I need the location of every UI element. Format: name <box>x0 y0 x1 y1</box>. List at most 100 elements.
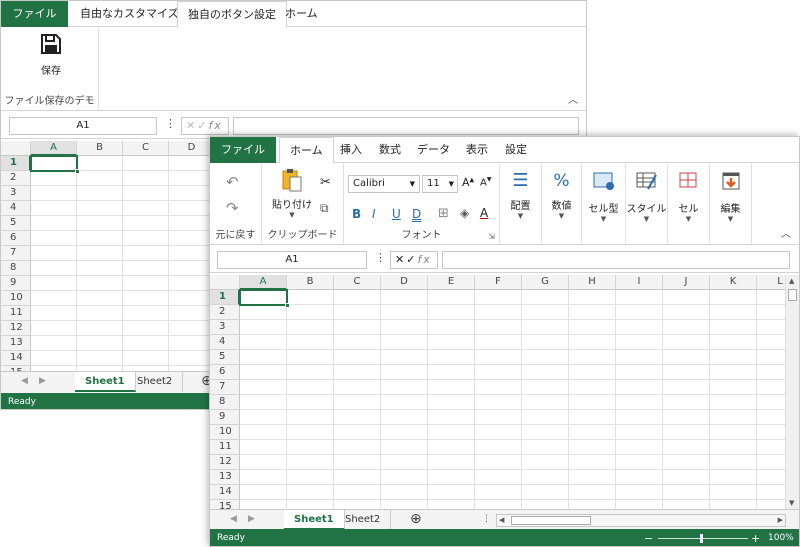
redo-icon[interactable]: ↷ <box>226 199 239 217</box>
row-header[interactable]: 10 <box>210 425 240 440</box>
front-horizontal-scrollbar[interactable]: ◀ ▶ <box>496 514 786 527</box>
paste-button[interactable]: 貼り付け ▼ <box>270 167 314 219</box>
row-header[interactable]: 2 <box>1 171 31 186</box>
scroll-up-icon[interactable]: ▲ <box>789 277 794 285</box>
cells-button[interactable]: セル ▼ <box>668 171 709 223</box>
row-header[interactable]: 11 <box>210 440 240 455</box>
front-tab-view[interactable]: 表示 <box>456 137 498 163</box>
front-add-sheet-icon[interactable]: ⊕ <box>410 512 422 526</box>
row-header[interactable]: 9 <box>210 410 240 425</box>
row-header[interactable]: 1 <box>210 290 240 305</box>
front-sheet-next-icon[interactable]: ▶ <box>248 514 255 524</box>
row-header[interactable]: 11 <box>1 306 31 321</box>
column-header[interactable]: C <box>123 141 169 156</box>
back-sheet-prev-icon[interactable]: ◀ <box>21 376 28 386</box>
font-size-select[interactable]: 11 ▼ <box>422 175 458 193</box>
font-dialog-launcher-icon[interactable]: ⇲ <box>488 232 495 241</box>
front-tab-formulas[interactable]: 数式 <box>369 137 411 163</box>
scroll-right-icon[interactable]: ▶ <box>778 516 783 524</box>
select-all-corner[interactable] <box>210 275 240 290</box>
row-header[interactable]: 3 <box>1 186 31 201</box>
column-header[interactable]: L <box>757 275 786 290</box>
border-icon[interactable]: ⊞ <box>438 206 449 221</box>
back-sheet-tab-2[interactable]: Sheet2 <box>127 372 184 392</box>
row-header[interactable]: 6 <box>210 365 240 380</box>
editing-button[interactable]: 編集 ▼ <box>710 171 751 223</box>
bold-icon[interactable]: B <box>352 207 361 221</box>
row-header[interactable]: 8 <box>210 395 240 410</box>
front-sheet-prev-icon[interactable]: ◀ <box>230 514 237 524</box>
vertical-scroll-thumb[interactable] <box>788 289 797 301</box>
alignment-button[interactable]: ☰ 配置 ▼ <box>500 171 541 221</box>
column-header[interactable]: A <box>31 141 77 156</box>
column-header[interactable]: K <box>710 275 757 290</box>
front-ribbon-collapse-icon[interactable]: ︿ <box>781 225 791 240</box>
front-confirm-icon[interactable]: ✓ <box>406 253 417 266</box>
front-tab-home[interactable]: ホーム <box>279 137 334 164</box>
zoom-slider-thumb[interactable] <box>700 534 703 543</box>
row-header[interactable]: 13 <box>210 470 240 485</box>
row-header[interactable]: 12 <box>1 321 31 336</box>
front-name-box[interactable]: A1 <box>217 251 367 269</box>
back-tab-file[interactable]: ファイル <box>1 1 68 27</box>
back-ribbon-collapse-icon[interactable]: ︿ <box>568 91 578 106</box>
fill-color-icon[interactable]: ◈ <box>460 206 469 220</box>
row-header[interactable]: 14 <box>210 485 240 500</box>
scroll-left-icon[interactable]: ◀ <box>499 516 504 524</box>
fill-handle[interactable] <box>285 303 290 308</box>
select-all-corner[interactable] <box>1 141 31 156</box>
row-header[interactable]: 5 <box>210 350 240 365</box>
row-header[interactable]: 7 <box>210 380 240 395</box>
front-grid[interactable]: A B C D E F G H I J K L 1 2 3 4 5 6 7 8 9 10 11 12 13 14 15 <box>210 275 786 509</box>
front-sheet-tab-2[interactable]: Sheet2 <box>335 510 392 530</box>
back-cancel-icon[interactable]: ✕ <box>186 119 197 132</box>
row-header[interactable]: 5 <box>1 216 31 231</box>
back-grid[interactable]: A B C D 1 2 3 4 5 6 7 8 9 10 11 12 13 14 15 <box>1 141 211 373</box>
row-header[interactable]: 2 <box>210 305 240 320</box>
row-header[interactable]: 4 <box>210 335 240 350</box>
italic-icon[interactable]: I <box>372 207 376 221</box>
row-header[interactable]: 12 <box>210 455 240 470</box>
front-tab-data[interactable]: データ <box>407 137 460 163</box>
copy-icon[interactable]: ⧉ <box>320 201 329 216</box>
save-button[interactable]: 保存 <box>34 33 68 77</box>
row-header[interactable]: 6 <box>1 231 31 246</box>
column-header[interactable]: B <box>77 141 123 156</box>
zoom-slider[interactable] <box>658 538 748 539</box>
column-header[interactable]: E <box>428 275 475 290</box>
column-header[interactable]: G <box>522 275 569 290</box>
increase-font-icon[interactable]: A▲ <box>462 176 474 189</box>
decrease-font-icon[interactable]: A▼ <box>480 176 491 188</box>
column-header[interactable]: J <box>663 275 710 290</box>
row-header[interactable]: 15 <box>210 500 240 509</box>
back-formula-input[interactable] <box>233 117 579 135</box>
style-button[interactable]: スタイル ▼ <box>626 171 667 223</box>
column-header[interactable]: I <box>616 275 663 290</box>
horizontal-scroll-thumb[interactable] <box>511 516 591 525</box>
back-tab-home[interactable]: ホーム <box>275 1 328 27</box>
fill-handle[interactable] <box>75 169 80 174</box>
back-tab-custom[interactable]: 自由なカスタマイズ <box>70 1 189 27</box>
column-header[interactable]: D <box>381 275 428 290</box>
number-button[interactable]: % 数値 ▼ <box>542 171 581 220</box>
front-tab-insert[interactable]: 挿入 <box>330 137 372 163</box>
front-fx-icon[interactable]: fx <box>417 253 431 266</box>
underline-icon[interactable]: U <box>392 207 401 221</box>
row-header[interactable]: 10 <box>1 291 31 306</box>
scroll-down-icon[interactable]: ▼ <box>789 499 794 507</box>
column-header[interactable]: C <box>334 275 381 290</box>
row-header[interactable]: 1 <box>1 156 31 171</box>
front-tab-settings[interactable]: 設定 <box>495 137 537 163</box>
font-color-icon[interactable]: A <box>480 206 488 220</box>
column-header[interactable]: B <box>287 275 334 290</box>
undo-icon[interactable]: ↶ <box>226 173 239 191</box>
row-header[interactable]: 4 <box>1 201 31 216</box>
zoom-in-icon[interactable]: + <box>751 529 760 546</box>
row-header[interactable]: 13 <box>1 336 31 351</box>
column-header[interactable]: A <box>240 275 287 290</box>
front-vertical-scrollbar[interactable]: ▲ ▼ <box>785 275 799 509</box>
back-sheet-next-icon[interactable]: ▶ <box>39 376 46 386</box>
zoom-out-icon[interactable]: − <box>644 529 653 546</box>
cell-type-button[interactable]: セル型 ▼ <box>582 171 625 223</box>
paste-dropdown-icon[interactable]: ▼ <box>270 211 314 219</box>
